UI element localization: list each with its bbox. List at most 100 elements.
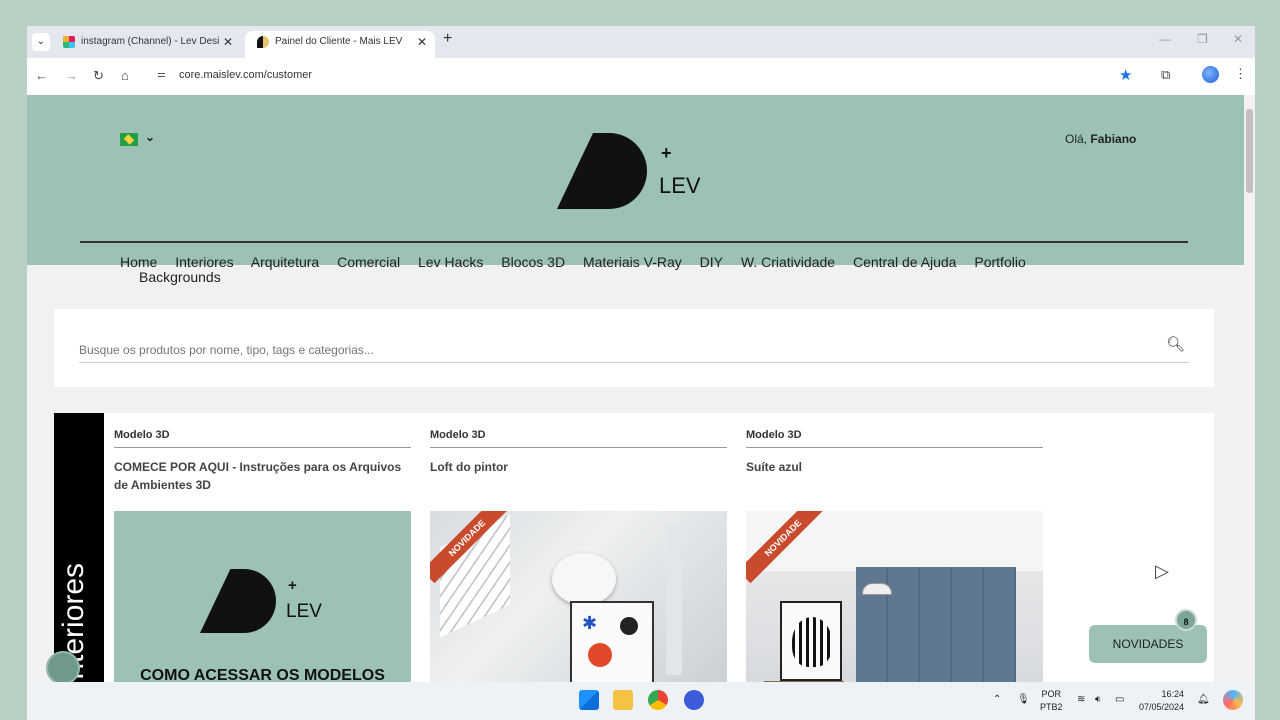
new-tab-icon[interactable]: +	[443, 30, 452, 48]
product-card[interactable]: Modelo 3D Suíte azul NOVIDADE	[746, 429, 1043, 682]
site-logo[interactable]: + LEV	[557, 133, 717, 223]
microphone-icon[interactable]: 🎙︎	[1017, 694, 1030, 705]
greeting-name: Fabiano	[1090, 132, 1137, 146]
bookmark-star-icon[interactable]: ★	[1119, 66, 1132, 84]
chevron-up-icon[interactable]: ⌃	[993, 694, 1001, 705]
tab-label: instagram (Channel) - Lev Desi	[81, 36, 220, 47]
product-title[interactable]: Suíte azul	[746, 458, 1043, 504]
tab-painel[interactable]: Painel do Cliente - Mais LEV ✕	[245, 31, 435, 58]
logo-plus: +	[661, 143, 672, 163]
logo-d-shape	[200, 569, 276, 633]
nav-item-w-criatividade[interactable]: W. Criatividade	[741, 254, 835, 270]
window-close-icon[interactable]: ✕	[1233, 32, 1243, 46]
reload-icon[interactable]: ↻	[93, 68, 104, 84]
extensions-icon[interactable]: ⧉	[1161, 67, 1170, 83]
app-icon[interactable]	[684, 690, 704, 710]
product-image-text: COMO ACESSAR OS MODELOS	[140, 667, 385, 682]
wifi-icon[interactable]: ≋	[1077, 694, 1085, 705]
nav-item-interiores[interactable]: Interiores	[175, 254, 233, 270]
tab-search-icon[interactable]: ⌄	[32, 33, 50, 51]
taskbar: ⌃ 🎙︎ POR PTB2 ≋ 🔉︎ ▭ 16:24 07/05/2024 🔔︎	[27, 682, 1255, 720]
search-card: 🔍︎	[54, 309, 1214, 387]
url-omnibox[interactable]: ⚌ core.maislev.com/customer	[145, 63, 1145, 89]
clock-date: 07/05/2024	[1139, 702, 1185, 712]
lang-layout: PTB2	[1040, 702, 1063, 712]
chevron-down-icon[interactable]: ⌄	[145, 130, 155, 144]
product-category: Modelo 3D	[114, 429, 411, 448]
product-card[interactable]: Modelo 3D Loft do pintor ✱ NOVIDADE	[430, 429, 727, 682]
product-category: Modelo 3D	[746, 429, 1043, 448]
search-icon[interactable]: 🔍︎	[1166, 335, 1185, 353]
minimize-icon[interactable]: —	[1159, 32, 1171, 46]
nav-item-arquitetura[interactable]: Arquitetura	[251, 254, 319, 270]
nav-item-home[interactable]: Home	[120, 254, 157, 270]
artwork: ✱	[570, 601, 654, 682]
pendant-lamp	[552, 553, 616, 605]
product-category: Modelo 3D	[430, 429, 727, 448]
restore-icon[interactable]: ❐	[1197, 32, 1208, 46]
clock-time: 16:24	[1161, 689, 1185, 699]
notification-bell-icon[interactable]: 🔔︎	[1197, 694, 1210, 705]
slack-icon	[63, 36, 75, 48]
copilot-icon[interactable]	[1223, 690, 1243, 710]
file-explorer-icon[interactable]	[613, 690, 633, 710]
novidades-button[interactable]: NOVIDADES	[1089, 625, 1207, 663]
close-icon[interactable]: ✕	[417, 31, 427, 53]
pendant-lamp	[862, 583, 892, 595]
chrome-icon[interactable]	[648, 690, 668, 710]
windows-start-icon[interactable]	[579, 690, 599, 710]
product-logo: + LEV	[200, 569, 360, 659]
menu-kebab-icon[interactable]: ⋮	[1234, 66, 1247, 82]
site-header: ⌄ Olá, Fabiano + LEV Home Interiores Arq…	[27, 95, 1244, 285]
product-title[interactable]: COMECE POR AQUI - Instruções para os Arq…	[114, 458, 411, 504]
url-text[interactable]: core.maislev.com/customer	[179, 69, 312, 81]
nav-item-lev-hacks[interactable]: Lev Hacks	[418, 254, 483, 270]
carousel-next-icon[interactable]: ▷	[1155, 561, 1169, 582]
radiator	[666, 525, 682, 675]
products-section: Interiores Modelo 3D COMECE POR AQUI - I…	[54, 413, 1214, 682]
nav-item-blocos-3d[interactable]: Blocos 3D	[501, 254, 565, 270]
main-nav: Home Interiores Arquitetura Comercial Le…	[120, 254, 1230, 270]
nav-item-central-de-ajuda[interactable]: Central de Ajuda	[853, 254, 957, 270]
section-band: Interiores	[54, 413, 104, 682]
brazil-flag-icon[interactable]	[120, 133, 138, 146]
lev-favicon-icon	[257, 36, 269, 48]
product-image[interactable]: ✱ NOVIDADE	[430, 511, 727, 682]
nav-item-portfolio[interactable]: Portfolio	[974, 254, 1025, 270]
forward-icon[interactable]: →	[65, 68, 78, 83]
profile-avatar-icon[interactable]	[1202, 66, 1219, 83]
address-bar: ← → ↻ ⌂ ⚌ core.maislev.com/customer ★ ⧉ …	[27, 58, 1255, 95]
user-greeting[interactable]: Olá, Fabiano	[1065, 132, 1136, 146]
battery-icon[interactable]: ▭	[1115, 694, 1124, 705]
nav-divider	[80, 241, 1188, 243]
artwork	[780, 601, 842, 681]
search-input[interactable]	[79, 337, 1189, 363]
browser-window: ⌄ instagram (Channel) - Lev Desi ✕ Paine…	[27, 26, 1255, 682]
volume-icon[interactable]: 🔉︎	[1095, 694, 1101, 705]
back-icon[interactable]: ←	[35, 68, 48, 83]
chat-widget-icon[interactable]	[46, 651, 80, 682]
logo-text: LEV	[659, 173, 701, 198]
logo-text: LEV	[286, 601, 322, 622]
lang-code: POR	[1041, 689, 1062, 699]
nav-item-comercial[interactable]: Comercial	[337, 254, 400, 270]
product-title[interactable]: Loft do pintor	[430, 458, 727, 504]
close-icon[interactable]: ✕	[223, 31, 233, 53]
scroll-thumb[interactable]	[1246, 109, 1253, 193]
tab-label: Painel do Cliente - Mais LEV	[275, 36, 403, 47]
product-image[interactable]: + LEV COMO ACESSAR OS MODELOS	[114, 511, 411, 682]
nav-item-backgrounds[interactable]: Backgrounds	[139, 269, 221, 285]
language-indicator[interactable]: POR PTB2	[1040, 688, 1063, 714]
home-icon[interactable]: ⌂	[121, 68, 129, 83]
product-image[interactable]: NOVIDADE	[746, 511, 1043, 682]
product-card[interactable]: Modelo 3D COMECE POR AQUI - Instruções p…	[114, 429, 411, 682]
clock[interactable]: 16:24 07/05/2024	[1139, 688, 1184, 714]
tab-instagram[interactable]: instagram (Channel) - Lev Desi ✕	[51, 31, 241, 58]
site-info-icon[interactable]: ⚌	[157, 69, 166, 80]
logo-d-shape	[557, 133, 647, 209]
logo-plus: +	[288, 577, 297, 594]
scrollbar[interactable]	[1244, 95, 1255, 682]
nav-item-diy[interactable]: DIY	[700, 254, 723, 270]
novidades-count-badge: 8	[1175, 609, 1197, 631]
nav-item-materiais-vray[interactable]: Materiais V-Ray	[583, 254, 682, 270]
